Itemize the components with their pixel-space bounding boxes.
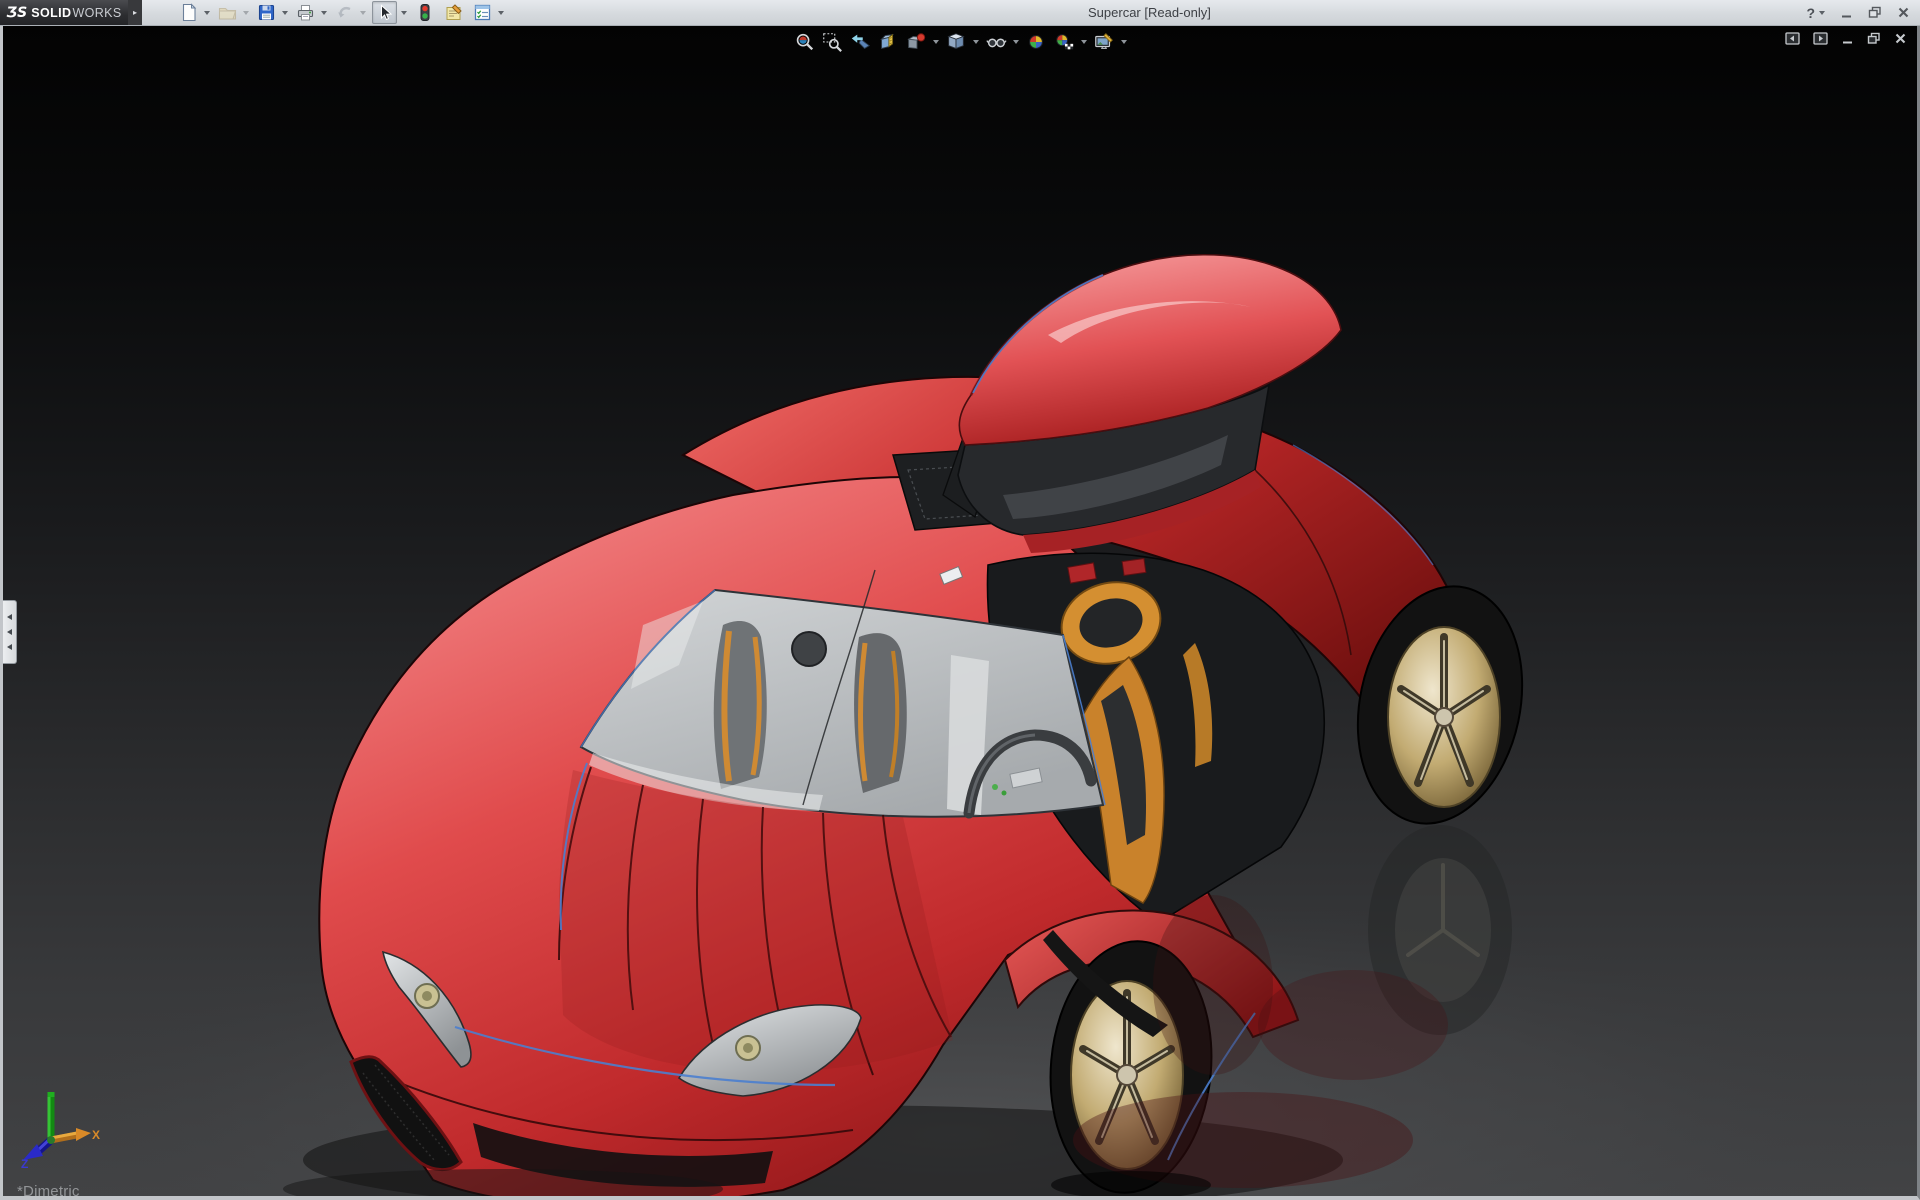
expand-pane-arrow-icon — [7, 629, 12, 635]
print-dropdown-caret-icon[interactable] — [321, 10, 327, 15]
help-icon: ? — [1806, 4, 1815, 21]
section-view-button[interactable] — [875, 30, 901, 54]
zoom-to-area-button[interactable] — [819, 30, 845, 54]
reference-triad: X Z — [21, 1092, 100, 1170]
doc-restore-icon — [1867, 32, 1880, 44]
view-orientation-caret-icon[interactable] — [973, 40, 979, 44]
pane-right-icon — [1813, 32, 1828, 45]
edit-appearance-ball-icon — [1029, 35, 1043, 49]
view-settings-button[interactable] — [1091, 30, 1117, 54]
help-button[interactable]: ? — [1806, 5, 1825, 21]
titlebar: ƷS SOLID WORKS ▸ Supercar [Read-only] ? — [0, 0, 1920, 26]
close-icon — [1898, 7, 1909, 18]
window-controls: ? — [1806, 0, 1910, 25]
display-style-button[interactable] — [983, 30, 1009, 54]
display-style-caret-icon[interactable] — [1013, 40, 1019, 44]
apply-scene-button[interactable] — [1051, 30, 1077, 54]
standard-toolbar — [174, 0, 507, 25]
graphics-area[interactable]: X Z *Dimetric — [0, 25, 1920, 1200]
menu-flyout-arrow[interactable]: ▸ — [128, 0, 142, 25]
doc-close-icon — [1895, 33, 1906, 44]
restore-icon — [1868, 6, 1881, 18]
save-button[interactable] — [255, 1, 288, 24]
zoom-to-fit-button[interactable] — [791, 30, 817, 54]
help-dropdown-caret-icon[interactable] — [1819, 10, 1825, 15]
annotation-views-button[interactable] — [903, 30, 929, 54]
doc-restore-button[interactable] — [1867, 32, 1881, 45]
options-list-icon — [471, 2, 494, 23]
doc-close-button[interactable] — [1894, 32, 1907, 45]
save-floppy-icon — [255, 2, 278, 23]
rollbar-mount-right — [1121, 557, 1147, 577]
display-style-glasses-icon — [986, 38, 1007, 48]
app-restore-button[interactable] — [1868, 6, 1882, 19]
undo-dropdown-caret-icon[interactable] — [360, 10, 366, 15]
options-dropdown-caret-icon[interactable] — [498, 10, 504, 15]
document-title: Supercar [Read-only] — [1088, 5, 1211, 20]
file-properties-note-icon — [442, 2, 465, 23]
heads-up-view-toolbar — [791, 30, 1129, 54]
apply-scene-icon — [1056, 34, 1074, 50]
expand-pane-arrow-icon — [7, 614, 12, 620]
minimize-icon — [1842, 15, 1851, 18]
pane-left-icon — [1785, 32, 1800, 45]
open-folder-icon — [216, 2, 239, 23]
open-button[interactable] — [216, 1, 249, 24]
annotation-views-caret-icon[interactable] — [933, 40, 939, 44]
open-dropdown-caret-icon[interactable] — [243, 10, 249, 15]
save-dropdown-caret-icon[interactable] — [282, 10, 288, 15]
app-minimize-button[interactable] — [1840, 6, 1853, 19]
view-settings-caret-icon[interactable] — [1121, 40, 1127, 44]
previous-view-button[interactable] — [847, 30, 873, 54]
expand-pane-arrow-icon — [7, 644, 12, 650]
collapse-left-pane-button[interactable] — [1785, 32, 1800, 45]
file-properties-button[interactable] — [442, 1, 465, 24]
supercar-model[interactable] — [283, 253, 1543, 1196]
view-orientation-label: *Dimetric — [17, 1183, 80, 1200]
triad-x-label: X — [92, 1128, 100, 1142]
triad-z-label: Z — [21, 1157, 28, 1170]
document-window-controls — [1785, 32, 1907, 45]
edit-appearance-button[interactable] — [1023, 30, 1049, 54]
viewport-3d-scene[interactable] — [3, 25, 1917, 1196]
view-orientation-cube-icon — [947, 33, 965, 50]
new-document-icon — [177, 2, 200, 23]
rebuild-button[interactable] — [413, 1, 436, 24]
logo-text-light: WORKS — [72, 5, 122, 20]
app-close-button[interactable] — [1897, 6, 1910, 19]
rebuild-traffic-light-icon — [413, 2, 436, 23]
view-settings-icon — [1095, 33, 1113, 49]
apply-scene-caret-icon[interactable] — [1081, 40, 1087, 44]
featuremanager-collapsed-tab[interactable] — [3, 600, 17, 664]
previous-view-icon — [851, 34, 870, 49]
zoom-to-fit-icon — [796, 33, 814, 51]
print-button[interactable] — [294, 1, 327, 24]
select-dropdown-caret-icon[interactable] — [401, 10, 407, 15]
undo-button[interactable] — [333, 1, 366, 24]
print-icon — [294, 2, 317, 23]
view-orientation-button[interactable] — [943, 30, 969, 54]
doc-minimize-icon — [1843, 41, 1852, 44]
new-button[interactable] — [177, 1, 210, 24]
annotation-views-icon — [907, 33, 926, 49]
expand-right-pane-button[interactable] — [1813, 32, 1828, 45]
section-view-icon — [880, 33, 895, 50]
select-button[interactable] — [372, 1, 407, 24]
logo-text-bold: SOLID — [31, 5, 72, 20]
zoom-to-area-icon — [823, 33, 842, 52]
new-dropdown-caret-icon[interactable] — [204, 10, 210, 15]
select-cursor-icon — [372, 1, 397, 24]
doc-minimize-button[interactable] — [1841, 32, 1854, 45]
options-button[interactable] — [471, 1, 504, 24]
solidworks-logo-mark-icon: ƷS — [6, 4, 28, 21]
gullwing-door-skin — [958, 253, 1342, 446]
undo-arrow-icon — [333, 2, 356, 23]
solidworks-logo: ƷS SOLID WORKS — [0, 0, 128, 25]
